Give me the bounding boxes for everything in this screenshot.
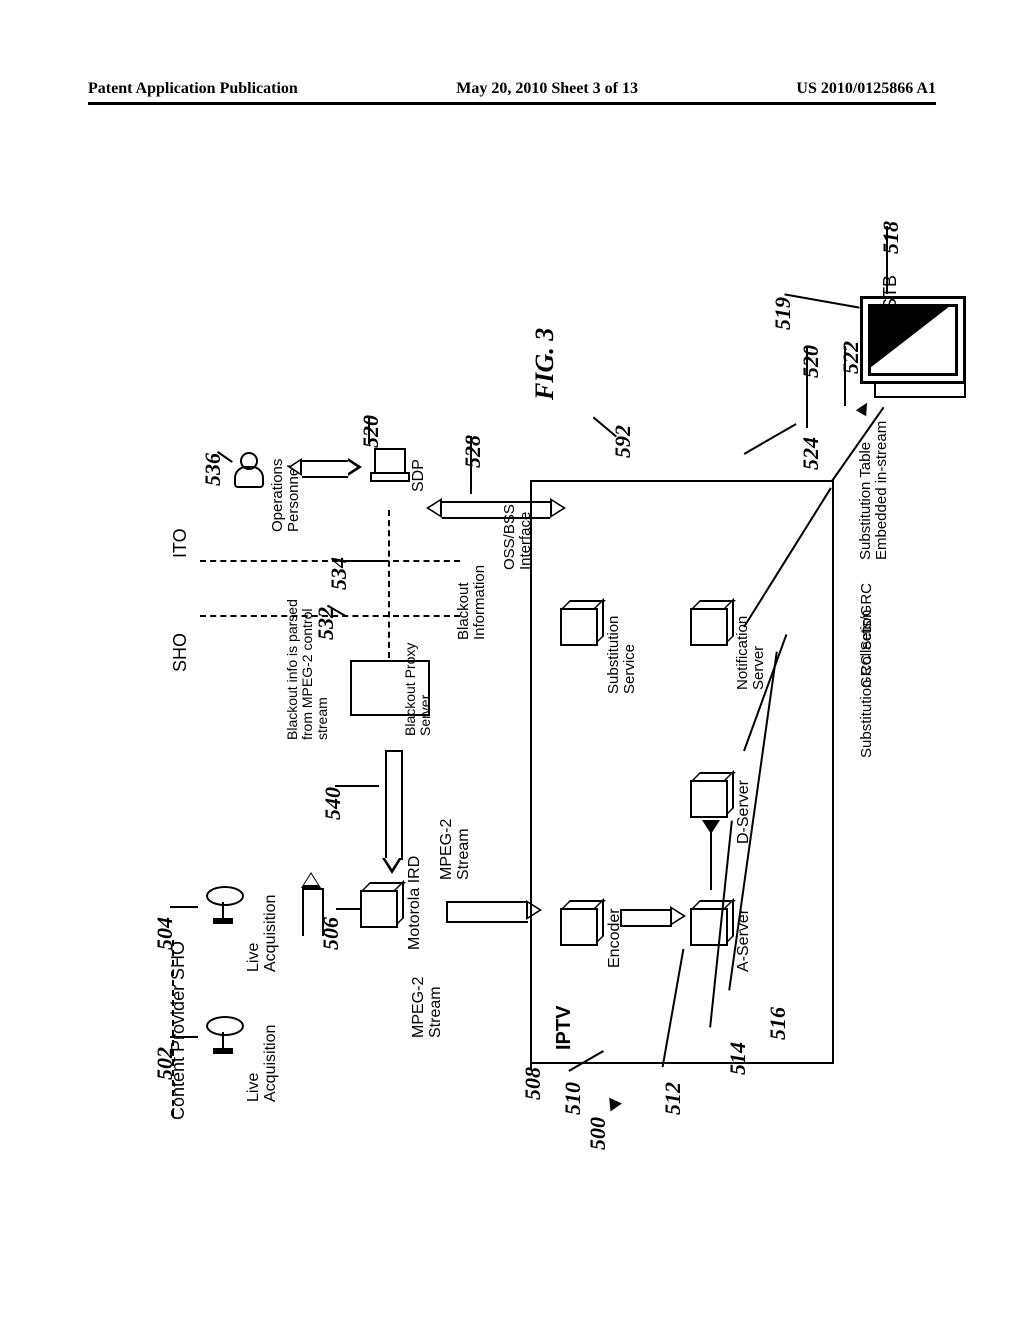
- ref-528: 528: [460, 435, 486, 468]
- cube-encoder: [560, 900, 602, 942]
- leader-534: [342, 560, 386, 562]
- label-substitution-service: Substitution Service: [606, 616, 638, 694]
- label-mpeg2-1: MPEG-2 Stream: [410, 977, 444, 1038]
- leader-520a: [368, 418, 370, 444]
- leader-508: [530, 1058, 532, 1070]
- dash-proxy-to-sdp: [388, 510, 390, 658]
- leader-524: [744, 423, 797, 454]
- ref-519: 519: [770, 297, 796, 330]
- leader-504: [170, 906, 198, 908]
- cube-substitution-service: [560, 600, 602, 642]
- ref-520b: 520: [798, 345, 824, 378]
- label-notification-server: Notification Server: [735, 616, 767, 690]
- leader-540: [335, 785, 379, 787]
- label-mpeg2-2: MPEG-2 Stream: [438, 819, 472, 880]
- ref-506: 506: [318, 917, 344, 950]
- label-blackout-info: Blackout Information: [456, 565, 488, 640]
- cube-a-server: [690, 900, 732, 942]
- ref-534: 534: [326, 557, 352, 590]
- label-sub-table: Substitution Table Embedded in-stream: [858, 421, 890, 560]
- label-live-acq-2: Live Acquisition: [245, 895, 279, 972]
- leader-506: [336, 908, 360, 910]
- dash-sho: [200, 615, 460, 617]
- ref-522: 522: [838, 341, 864, 374]
- ref-516: 516: [765, 1007, 791, 1040]
- leader-520b: [806, 348, 808, 428]
- ref-510: 510: [560, 1082, 586, 1115]
- ref-524: 524: [798, 437, 824, 470]
- sdp-monitor: [374, 448, 406, 474]
- label-ito-side: ITO: [170, 528, 191, 558]
- label-motorola-ird: Motorola IRD: [406, 856, 424, 950]
- arrow-500: [604, 1098, 622, 1115]
- leader-502: [170, 1036, 198, 1038]
- leader-518: [886, 226, 888, 294]
- ref-532: 532: [313, 607, 339, 640]
- stb-base: [874, 382, 966, 398]
- arrow-a-to-d-stem: [710, 830, 712, 890]
- arrow-a-to-d-head: [702, 820, 720, 834]
- ref-536: 536: [200, 453, 226, 486]
- ref-508: 508: [520, 1067, 546, 1100]
- sdp-base: [370, 472, 410, 482]
- page-header: Patent Application Publication May 20, 2…: [0, 80, 1024, 98]
- label-sdp: SDP: [410, 459, 428, 492]
- label-oss-bss: OSS/BSS Interface: [502, 504, 534, 570]
- label-iptv: IPTV: [553, 1006, 576, 1050]
- cube-notification-server: [690, 600, 732, 642]
- label-live-acq-1: Live Acquisition: [245, 1025, 279, 1102]
- ref-540: 540: [320, 787, 346, 820]
- cube-motorola-ird: [360, 882, 402, 924]
- ref-502: 502: [152, 1047, 178, 1080]
- cube-d-server: [690, 772, 732, 814]
- label-grc-sets: GRC Sets/GRC: [858, 583, 875, 688]
- label-stb: STB: [880, 275, 901, 310]
- ref-500: 500: [585, 1117, 611, 1150]
- header-right: US 2010/0125866 A1: [796, 80, 936, 98]
- header-rule: [88, 102, 936, 105]
- ref-514: 514: [725, 1042, 751, 1075]
- leader-522: [844, 346, 846, 406]
- figure-caption: FIG. 3: [530, 328, 560, 400]
- figure-3: Content Provider SHO Live Acquisition Li…: [130, 160, 890, 1160]
- iptv-box: [530, 480, 834, 1064]
- ref-592: 592: [610, 425, 636, 458]
- label-blackout-proxy: Blackout Proxy Server: [403, 643, 433, 736]
- header-left: Patent Application Publication: [88, 80, 298, 98]
- dash-content-sho: [172, 940, 174, 1116]
- ref-512: 512: [660, 1082, 686, 1115]
- label-sho-side: SHO: [170, 633, 191, 672]
- ref-520a: 520: [358, 415, 384, 448]
- ref-504: 504: [152, 917, 178, 950]
- stb-triangle: [870, 306, 950, 368]
- dish-live-acq-1: [200, 1002, 250, 1052]
- arrowhead-to-stb: [856, 400, 872, 416]
- header-center: May 20, 2010 Sheet 3 of 13: [456, 80, 638, 98]
- dish-live-acq-2: [200, 872, 250, 922]
- ref-518: 518: [878, 221, 904, 254]
- leader-528: [470, 436, 472, 494]
